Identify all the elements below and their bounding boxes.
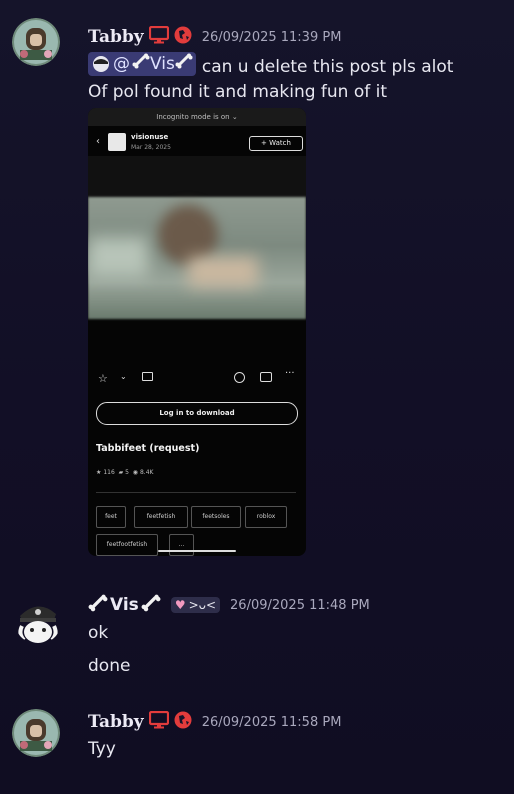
message-text: @ Vis can u delete this post pls alot	[88, 52, 453, 79]
bone-icon	[132, 52, 150, 76]
tabby-avatar[interactable]	[12, 18, 60, 66]
watch-button[interactable]: + Watch	[249, 136, 303, 151]
guild-tag[interactable]: ♥ >ᴗ<	[170, 597, 221, 613]
tag-chip[interactable]: feetfetish	[134, 506, 188, 528]
tag-chip[interactable]: feetsoles	[191, 506, 241, 528]
timestamp: 26/09/2025 11:48 PM	[230, 597, 370, 613]
tag-chip[interactable]: roblox	[245, 506, 287, 528]
favorite-icon[interactable]: ☆	[98, 372, 108, 385]
timestamp: 26/09/2025 11:39 PM	[201, 29, 342, 45]
comments-icon: ▰	[118, 469, 124, 476]
tabby-avatar[interactable]	[12, 709, 60, 757]
tag-chip[interactable]: feet	[96, 506, 126, 528]
dropdown-chevron-icon[interactable]: ⌄	[120, 372, 127, 381]
attached-screenshot[interactable]: Incognito mode is on ⌄ ‹ visionuse Mar 2…	[88, 108, 306, 556]
monitor-icon	[148, 25, 169, 48]
monitor-icon	[148, 710, 169, 733]
login-download-button[interactable]: Log in to download	[96, 402, 298, 425]
post-stats: ★ 116 ▰ 5 ◉ 8.4K	[96, 469, 154, 476]
author-name[interactable]: Vis	[110, 595, 139, 615]
download-icon[interactable]	[260, 372, 272, 382]
bone-icon	[88, 594, 108, 616]
back-arrow-icon[interactable]: ‹	[96, 136, 100, 147]
post-title: Tabbifeet (request)	[96, 443, 200, 454]
message-text: Tyy	[88, 739, 116, 759]
user-mention[interactable]: @ Vis	[88, 52, 196, 76]
home-indicator	[158, 550, 236, 552]
eye-icon: ◉	[132, 469, 139, 476]
mention-avatar-icon	[93, 56, 109, 72]
timestamp: 26/09/2025 11:58 PM	[201, 714, 342, 730]
heart-icon: ♥	[174, 598, 186, 612]
blurred-image	[88, 197, 306, 319]
post-username: visionuse	[131, 133, 169, 141]
tag-chip[interactable]: feetfootfetish	[96, 534, 158, 556]
more-options-icon[interactable]: ···	[285, 368, 295, 379]
message-line-1: can u delete this post pls alot	[201, 57, 454, 77]
comment-icon[interactable]	[142, 372, 153, 381]
share-icon[interactable]	[234, 372, 245, 383]
channel-avatar	[108, 133, 126, 151]
bone-icon	[175, 52, 193, 76]
vis-avatar[interactable]	[14, 596, 62, 644]
mention-name: Vis	[150, 54, 175, 74]
incognito-banner: Incognito mode is on ⌄	[156, 113, 238, 121]
tag-chip[interactable]: ...	[169, 534, 194, 556]
message-line: ok	[88, 623, 109, 643]
post-date: Mar 28, 2025	[131, 144, 171, 151]
author-name[interactable]: Tabby	[88, 712, 144, 732]
star-icon: ★	[96, 469, 102, 476]
message-line-2: Of pol found it and making fun of it	[88, 82, 388, 102]
globe-icon	[174, 711, 192, 733]
message-line: done	[88, 656, 131, 676]
bone-icon	[141, 594, 161, 616]
globe-icon	[174, 26, 192, 48]
author-name[interactable]: Tabby	[88, 27, 144, 47]
